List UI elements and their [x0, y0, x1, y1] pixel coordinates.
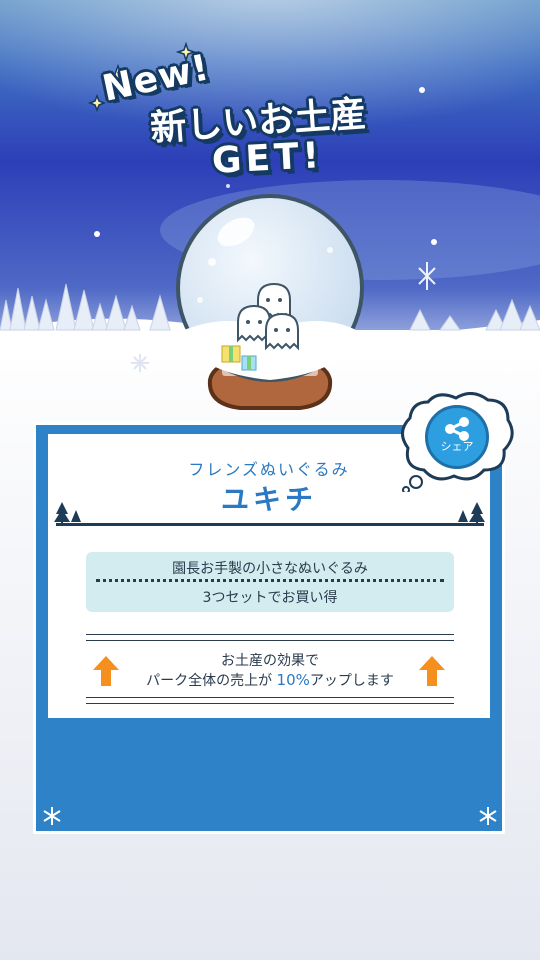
effect-divider-top [86, 634, 454, 635]
share-button[interactable] [425, 405, 489, 469]
effect-text-prefix: パーク全体の売上が [146, 673, 277, 689]
name-underline [56, 523, 484, 526]
up-arrow-icon [93, 656, 119, 686]
pine-tree-icon [458, 502, 485, 525]
effect-divider-bottom [86, 697, 454, 698]
effect-text-suffix: アップします [309, 673, 394, 689]
pine-tree-icon [54, 502, 81, 525]
effect-line-2: パーク全体の売上が 10%アップします [120, 670, 420, 690]
title-banner: New! 新しいお土産 GET! [92, 47, 422, 190]
up-arrow-icon [419, 656, 445, 686]
snowflake-icon [43, 807, 61, 825]
snowflake-icon [479, 807, 497, 825]
effect-divider-top-2 [86, 640, 454, 641]
title-get: GET! [211, 135, 325, 182]
description-line-1: 園長お手製の小さなぬいぐるみ [172, 561, 368, 577]
effect-percent: 10% [276, 671, 310, 689]
share-label: シェア [440, 440, 474, 453]
share-icon [445, 417, 469, 441]
effect-divider-bottom-2 [86, 703, 454, 704]
description-line-2: 3つセットでお買い得 [202, 590, 338, 606]
description-divider [96, 579, 444, 582]
effect-line-1: お土産の効果で [221, 653, 319, 669]
